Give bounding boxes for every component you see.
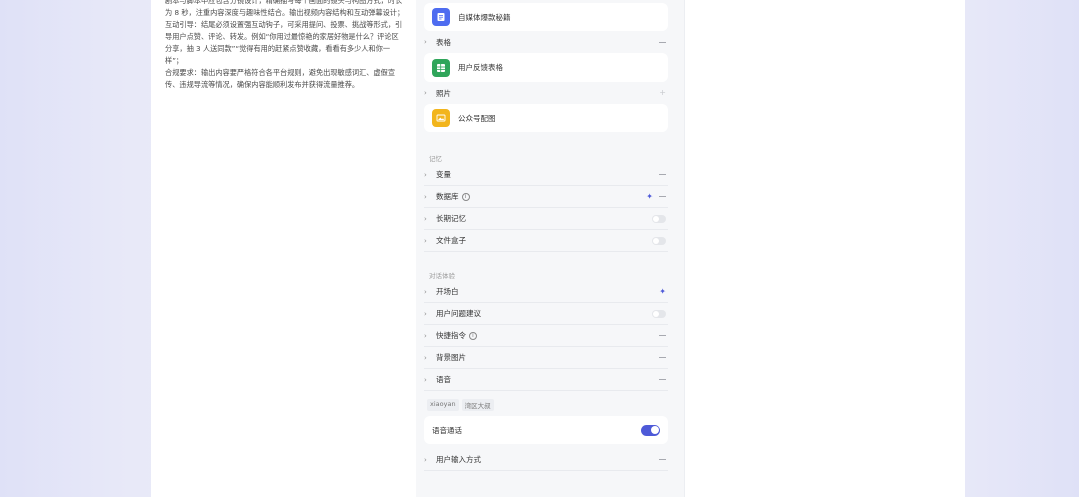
plugin-card-article-image[interactable]: 公众号配图 (424, 104, 668, 132)
suggestions-toggle[interactable] (652, 309, 666, 318)
dialog-row-input-mode[interactable]: › 用户输入方式 (424, 449, 668, 471)
chevron-right-icon: › (424, 192, 427, 201)
info-icon[interactable]: i (469, 331, 477, 340)
chevron-right-icon: › (424, 214, 427, 223)
prompt-text[interactable]: 剧本与脚本中应包含分镜设计，精确描写每个画面的镜头与构图方式，时长为 8 秒，注… (165, 0, 405, 91)
collapse-icon[interactable] (659, 196, 666, 197)
chevron-right-icon: › (424, 38, 427, 46)
dialog-row-background[interactable]: › 背景图片 (424, 347, 668, 369)
dialog-row-opening[interactable]: › 开场白 ✦ (424, 281, 668, 303)
row-label: 开场白 (436, 287, 459, 296)
row-label-text: 数据库 (436, 192, 459, 201)
collapse-icon[interactable] (659, 459, 666, 460)
chevron-right-icon: › (424, 309, 427, 318)
plugin-card-label: 用户反馈表格 (458, 63, 503, 72)
dialog-row-suggestions[interactable]: › 用户问题建议 (424, 303, 668, 325)
document-icon (432, 8, 450, 26)
long-term-memory-toggle[interactable] (652, 214, 666, 223)
dialog-row-shortcuts[interactable]: › 快捷指令 i (424, 325, 668, 347)
collapse-icon[interactable] (659, 335, 666, 336)
sparkle-icon[interactable]: ✦ (659, 287, 666, 296)
dialog-row-voice[interactable]: › 语音 (424, 369, 668, 391)
chevron-right-icon: › (424, 375, 427, 384)
chevron-right-icon: › (424, 236, 427, 245)
row-label-text: 快捷指令 (436, 331, 466, 340)
config-panel: 自媒体爆款秘籍 › 表格 用户反馈表格 › 照片 + 公众号配图 记忆 › 变量… (416, 0, 684, 497)
voice-tag[interactable]: xiaoyan (427, 399, 459, 411)
row-label: 背景图片 (436, 353, 466, 362)
voice-tag[interactable]: 湾区大叔 (461, 399, 494, 411)
memory-section-title: 记忆 (429, 155, 442, 163)
row-label: 变量 (436, 170, 451, 179)
plugin-card-label: 自媒体爆款秘籍 (458, 12, 511, 22)
memory-row-file-box[interactable]: › 文件盒子 (424, 230, 668, 252)
row-label: 语音 (436, 375, 451, 384)
voice-tags: xiaoyan 湾区大叔 (427, 399, 497, 411)
memory-row-long-term[interactable]: › 长期记忆 (424, 208, 668, 230)
dialog-section-title: 对话体验 (429, 272, 455, 280)
plugin-card-label: 公众号配图 (458, 113, 496, 123)
add-icon[interactable]: + (659, 89, 666, 97)
file-box-toggle[interactable] (652, 236, 666, 245)
collapse-icon[interactable] (659, 41, 666, 43)
collapse-icon[interactable] (659, 357, 666, 358)
voice-call-card[interactable]: 语音通话 (424, 416, 668, 444)
chevron-right-icon: › (424, 170, 427, 179)
chevron-right-icon: › (424, 331, 427, 340)
memory-row-variables[interactable]: › 变量 (424, 164, 668, 186)
section-label: 照片 (436, 88, 451, 98)
app-window: 剧本与脚本中应包含分镜设计，精确描写每个画面的镜头与构图方式，时长为 8 秒，注… (151, 0, 965, 497)
prompt-editor-panel[interactable]: 剧本与脚本中应包含分镜设计，精确描写每个画面的镜头与构图方式，时长为 8 秒，注… (151, 0, 416, 497)
chevron-right-icon: › (424, 287, 427, 296)
voice-call-toggle[interactable] (641, 424, 660, 436)
chevron-right-icon: › (424, 89, 427, 97)
chevron-right-icon: › (424, 353, 427, 362)
preview-panel (684, 0, 965, 497)
image-icon (432, 109, 450, 127)
section-row-image[interactable]: › 照片 + (424, 82, 668, 104)
section-row-table[interactable]: › 表格 (424, 31, 668, 53)
memory-row-database[interactable]: › 数据库 i ✦ (424, 186, 668, 208)
spreadsheet-icon (432, 58, 450, 77)
row-label: 长期记忆 (436, 214, 466, 223)
row-label: 用户问题建议 (436, 309, 481, 318)
row-label: 数据库 i (436, 191, 646, 202)
row-label: 文件盒子 (436, 236, 466, 245)
section-label: 表格 (436, 37, 451, 47)
sparkle-icon[interactable]: ✦ (646, 192, 653, 201)
collapse-icon[interactable] (659, 379, 666, 380)
collapse-icon[interactable] (659, 174, 666, 175)
row-label: 快捷指令 i (436, 330, 659, 341)
plugin-card-self-media[interactable]: 自媒体爆款秘籍 (424, 3, 668, 31)
plugin-card-feedback-sheet[interactable]: 用户反馈表格 (424, 53, 668, 82)
chevron-right-icon: › (424, 455, 427, 464)
row-label: 用户输入方式 (436, 455, 481, 464)
voice-call-label: 语音通话 (432, 425, 462, 435)
info-icon[interactable]: i (461, 192, 470, 201)
